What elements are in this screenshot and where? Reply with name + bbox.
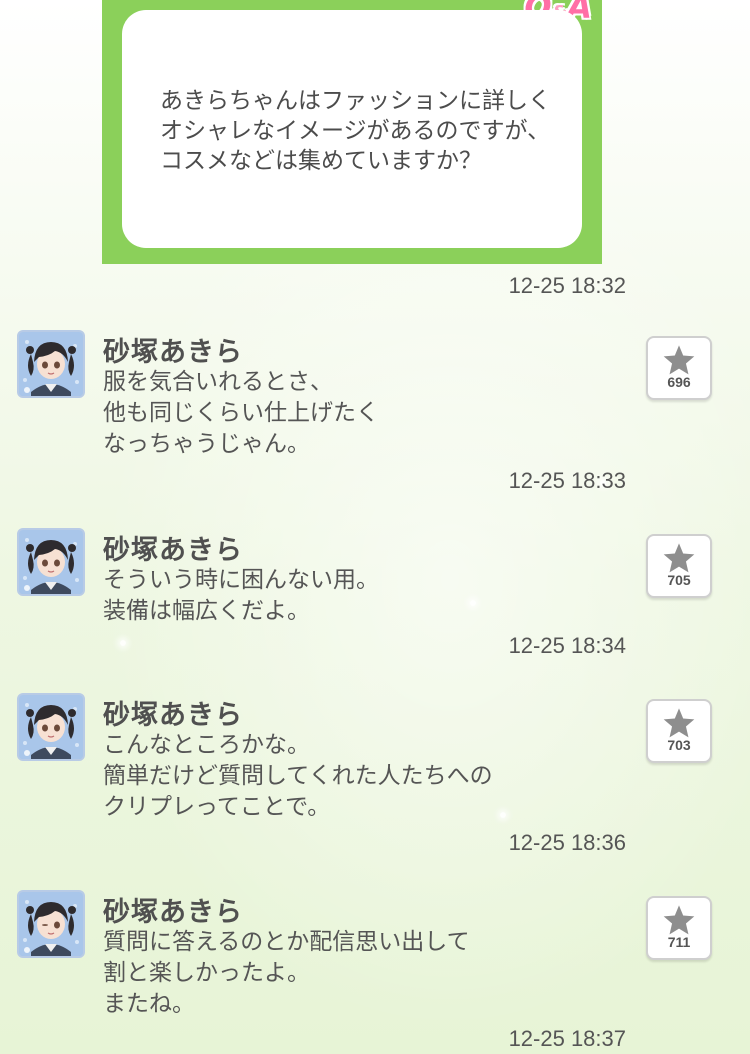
post-author-name: 砂塚あきら [103, 700, 243, 731]
post-author-name: 砂塚あきら [103, 897, 243, 928]
qa-question-card: Q&A あきらちゃんはファッションに詳しく オシャレなイメージがあるのですが、 … [102, 0, 602, 264]
like-button[interactable]: 696 [646, 336, 712, 400]
star-icon [663, 543, 695, 573]
akira-avatar-icon [19, 332, 83, 396]
qa-timestamp: 12-25 18:32 [508, 273, 626, 298]
akira-avatar-icon [19, 695, 83, 759]
star-icon [663, 345, 695, 375]
sparkle-decoration [500, 812, 506, 818]
avatar[interactable] [17, 693, 85, 761]
like-count: 703 [667, 737, 691, 753]
akira-wink-avatar-icon [19, 892, 83, 956]
like-button[interactable]: 705 [646, 534, 712, 598]
like-count: 711 [667, 934, 691, 950]
post-message: 質問に答えるのとか配信思い出して 割と楽しかったよ。 またね。 [103, 929, 470, 1017]
post-timestamp: 12-25 18:33 [508, 468, 626, 493]
avatar[interactable] [17, 330, 85, 398]
star-icon [663, 905, 695, 935]
star-icon [663, 708, 695, 738]
post-timestamp: 12-25 18:34 [508, 633, 626, 658]
like-button[interactable]: 703 [646, 699, 712, 763]
post-timestamp: 12-25 18:37 [508, 1026, 626, 1051]
sparkle-decoration [120, 640, 126, 646]
qa-question-panel: あきらちゃんはファッションに詳しく オシャレなイメージがあるのですが、 コスメな… [122, 10, 582, 248]
sparkle-decoration [470, 600, 476, 606]
akira-avatar-icon [19, 530, 83, 594]
post-message: こんなところかな。 簡単だけど質問してくれた人たちへの クリプレってことで。 [103, 732, 493, 820]
avatar[interactable] [17, 528, 85, 596]
post-timestamp: 12-25 18:36 [508, 830, 626, 855]
qa-question-text: あきらちゃんはファッションに詳しく オシャレなイメージがあるのですが、 コスメな… [160, 88, 551, 174]
like-button[interactable]: 711 [646, 896, 712, 960]
post-message: そういう時に困んない用。 装備は幅広くだよ。 [103, 567, 379, 624]
post-message: 服を気合いれるとさ、 他も同じくらい仕上げたく なっちゃうじゃん。 [103, 369, 379, 457]
post-author-name: 砂塚あきら [103, 535, 243, 566]
like-count: 696 [667, 374, 691, 390]
like-count: 705 [667, 572, 691, 588]
post-author-name: 砂塚あきら [103, 337, 243, 368]
avatar[interactable] [17, 890, 85, 958]
